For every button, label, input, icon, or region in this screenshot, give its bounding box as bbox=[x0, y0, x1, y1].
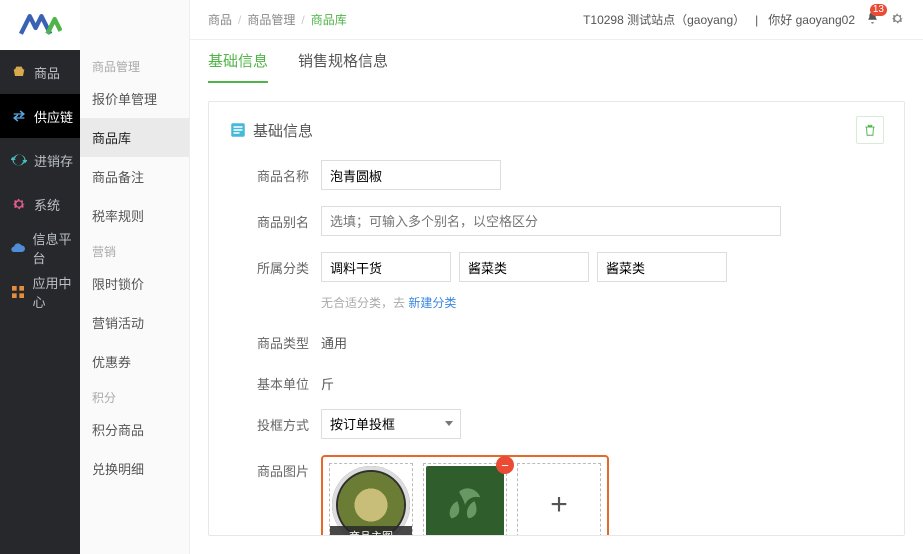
new-category-link[interactable]: 新建分类 bbox=[408, 296, 456, 310]
main-image-caption: 商品主图 bbox=[330, 526, 412, 536]
nav-sub: 商品管理报价单管理商品库商品备注税率规则营销限时锁价营销活动优惠券积分积分商品兑… bbox=[80, 0, 190, 554]
breadcrumb-item[interactable]: 商品管理 bbox=[247, 11, 295, 28]
alias-input[interactable] bbox=[321, 206, 781, 236]
sub-item[interactable]: 商品库 bbox=[80, 118, 189, 157]
exchange-icon bbox=[10, 107, 28, 125]
sub-item[interactable]: 营销活动 bbox=[80, 303, 189, 342]
sub-group-title: 商品管理 bbox=[80, 50, 189, 79]
kbox-label: 投框方式 bbox=[229, 409, 321, 434]
logo[interactable] bbox=[0, 0, 80, 50]
user-greeting: 你好 gaoyang02 bbox=[768, 11, 855, 28]
settings-icon[interactable] bbox=[890, 11, 905, 29]
nav-gear[interactable]: 系统 bbox=[0, 182, 80, 226]
nav-label: 应用中心 bbox=[32, 273, 80, 311]
nav-exchange[interactable]: 供应链 bbox=[0, 94, 80, 138]
sub-item[interactable]: 兑换明细 bbox=[80, 449, 189, 488]
cycle-icon bbox=[10, 151, 28, 169]
nav-apps[interactable]: 应用中心 bbox=[0, 270, 80, 314]
tab-basic-info[interactable]: 基础信息 bbox=[208, 50, 268, 83]
category-1-input[interactable] bbox=[321, 252, 451, 282]
nav-cloud[interactable]: 信息平台 bbox=[0, 226, 80, 270]
basic-info-panel: 基础信息 商品名称 商品别名 所属分类 bbox=[208, 101, 905, 536]
breadcrumb: 商品 / 商品管理 / 商品库 bbox=[208, 11, 347, 28]
sub-item[interactable]: 报价单管理 bbox=[80, 79, 189, 118]
tabs: 基础信息 销售规格信息 bbox=[190, 40, 923, 83]
nav-basket[interactable]: 商品 bbox=[0, 50, 80, 94]
nav-label: 信息平台 bbox=[32, 229, 80, 267]
img-label: 商品图片 bbox=[229, 455, 321, 480]
sub-item[interactable]: 商品备注 bbox=[80, 157, 189, 196]
nav-label: 系统 bbox=[34, 195, 60, 214]
sub-item[interactable]: 税率规则 bbox=[80, 196, 189, 235]
nav-label: 商品 bbox=[34, 63, 60, 82]
type-label: 商品类型 bbox=[229, 327, 321, 352]
cloud-icon bbox=[10, 239, 26, 257]
breadcrumb-item[interactable]: 商品 bbox=[208, 11, 232, 28]
gear-icon bbox=[10, 195, 28, 213]
topbar: 商品 / 商品管理 / 商品库 T10298 测试站点（gaoyang） | 你… bbox=[190, 0, 923, 40]
tab-sales-spec[interactable]: 销售规格信息 bbox=[298, 50, 388, 83]
unit-value: 斤 bbox=[321, 368, 334, 393]
form-icon bbox=[229, 121, 247, 139]
product-main-image[interactable]: 商品主图 bbox=[329, 463, 413, 536]
sub-item[interactable]: 优惠券 bbox=[80, 342, 189, 381]
nav-cycle[interactable]: 进销存 bbox=[0, 138, 80, 182]
vegetable-icon bbox=[442, 482, 488, 528]
notification-badge: 13 bbox=[870, 4, 887, 16]
sub-item[interactable]: 限时锁价 bbox=[80, 264, 189, 303]
apps-icon bbox=[10, 283, 26, 301]
remove-image-icon[interactable]: − bbox=[496, 456, 514, 474]
image-row-highlight: 商品主图 − + bbox=[321, 455, 609, 536]
delete-button[interactable] bbox=[856, 116, 884, 144]
type-value: 通用 bbox=[321, 327, 347, 352]
kbox-select[interactable]: 按订单投框 bbox=[321, 409, 461, 439]
category-hint: 无合适分类，去 新建分类 bbox=[321, 294, 884, 311]
trash-icon bbox=[863, 123, 877, 137]
breadcrumb-item: 商品库 bbox=[311, 11, 347, 28]
sub-group-title: 积分 bbox=[80, 381, 189, 410]
unit-label: 基本单位 bbox=[229, 368, 321, 393]
product-image-2[interactable]: − bbox=[423, 463, 507, 536]
basket-icon bbox=[10, 63, 28, 81]
notification-bell-icon[interactable]: 13 bbox=[865, 11, 880, 29]
sub-item[interactable]: 积分商品 bbox=[80, 410, 189, 449]
name-input[interactable] bbox=[321, 160, 501, 190]
station-label: T10298 测试站点（gaoyang） bbox=[583, 11, 745, 28]
nav-main: 商品供应链进销存系统信息平台应用中心 bbox=[0, 0, 80, 554]
category-3-input[interactable] bbox=[597, 252, 727, 282]
category-2-input[interactable] bbox=[459, 252, 589, 282]
add-image-button[interactable]: + bbox=[517, 463, 601, 536]
name-label: 商品名称 bbox=[229, 160, 321, 185]
nav-label: 进销存 bbox=[34, 151, 73, 170]
alias-label: 商品别名 bbox=[229, 206, 321, 231]
sub-group-title: 营销 bbox=[80, 235, 189, 264]
category-label: 所属分类 bbox=[229, 252, 321, 277]
panel-title: 基础信息 bbox=[229, 120, 313, 141]
nav-label: 供应链 bbox=[34, 107, 73, 126]
